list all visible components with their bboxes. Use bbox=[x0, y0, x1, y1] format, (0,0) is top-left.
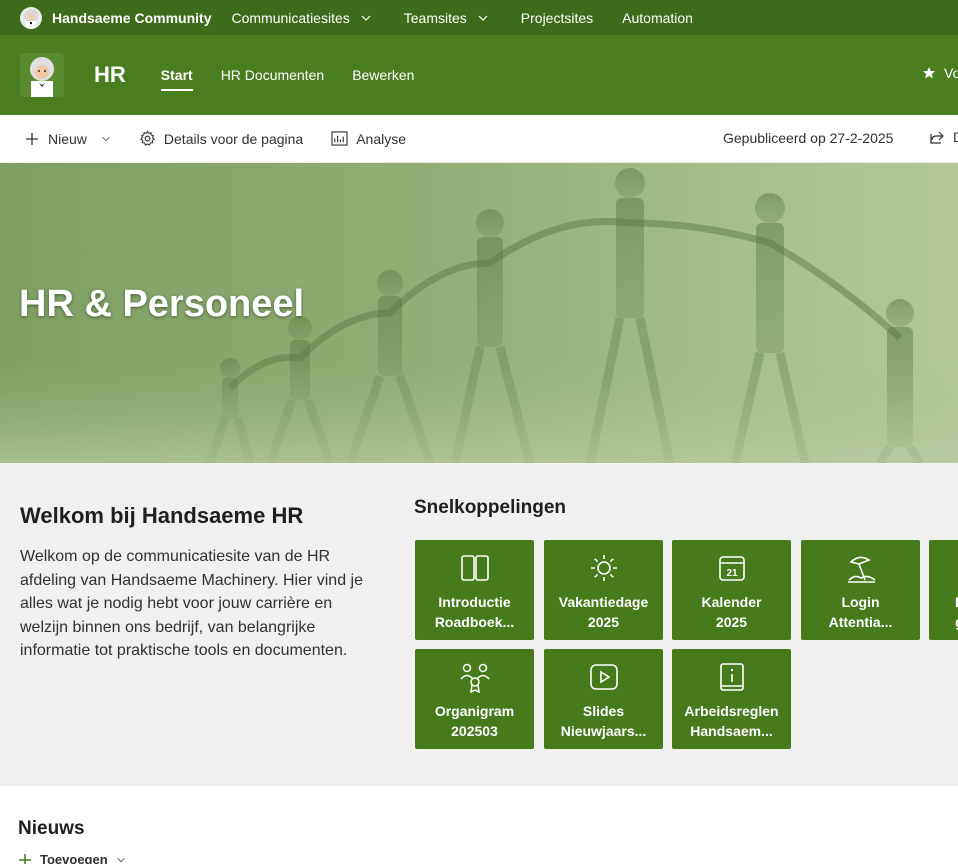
book-open-icon bbox=[459, 552, 491, 584]
analytics-button[interactable]: Analyse bbox=[331, 131, 406, 147]
quicklink-partial[interactable]: I gi bbox=[929, 540, 958, 640]
brand-name[interactable]: Handsaeme Community bbox=[52, 10, 211, 26]
nav-teamsites[interactable]: Teamsites bbox=[404, 10, 489, 26]
nav-automation[interactable]: Automation bbox=[622, 10, 693, 26]
nav-projectsites[interactable]: Projectsites bbox=[521, 10, 593, 26]
quicklink-vakantiedagen[interactable]: Vakantiedage 2025 bbox=[544, 540, 663, 640]
hero-banner: HR & Personeel bbox=[0, 163, 958, 463]
plus-icon bbox=[26, 132, 38, 145]
command-bar: Nieuw Details voor de pagina Analyse Gep… bbox=[0, 115, 958, 163]
book-info-icon bbox=[716, 661, 748, 693]
tab-hr-documenten[interactable]: HR Documenten bbox=[221, 61, 325, 89]
follow-button[interactable]: Vo bbox=[922, 65, 958, 81]
scientist-avatar-icon bbox=[24, 8, 38, 29]
share-icon bbox=[930, 131, 944, 144]
chevron-down-icon bbox=[102, 136, 110, 141]
gear-icon bbox=[139, 130, 155, 146]
welcome-title: Welkom bij Handsaeme HR bbox=[20, 503, 304, 528]
scientist-logo-icon bbox=[20, 53, 64, 97]
sun-icon bbox=[588, 552, 620, 584]
quicklink-organigram[interactable]: Organigram 202503 bbox=[415, 649, 534, 749]
analytics-icon bbox=[331, 131, 348, 146]
plus-icon bbox=[19, 853, 31, 864]
quicklink-slides[interactable]: Slides Nieuwjaars... bbox=[544, 649, 663, 749]
site-title[interactable]: HR bbox=[94, 62, 126, 88]
quicklink-login-attentia[interactable]: Login Attentia... bbox=[801, 540, 920, 640]
nav-communicatiesites[interactable]: Communicatiesites bbox=[231, 10, 371, 26]
content-section: Welkom bij Handsaeme HR Welkom op de com… bbox=[0, 463, 958, 786]
site-header: HR Start HR Documenten Bewerken Vo bbox=[0, 35, 958, 115]
community-logo[interactable] bbox=[20, 6, 42, 29]
svg-text:21: 21 bbox=[726, 568, 738, 579]
calendar-icon: 21 bbox=[716, 552, 748, 584]
beach-umbrella-icon bbox=[845, 552, 877, 584]
people-ribbon-icon bbox=[459, 661, 491, 693]
chevron-down-icon bbox=[116, 857, 125, 862]
quicklink-kalender[interactable]: 21 Kalender 2025 bbox=[672, 540, 791, 640]
quicklink-introductie[interactable]: Introductie Roadboek... bbox=[415, 540, 534, 640]
site-navigation: Start HR Documenten Bewerken bbox=[160, 61, 414, 91]
site-logo[interactable] bbox=[20, 53, 64, 97]
quicklinks-title: Snelkoppelingen bbox=[414, 497, 567, 518]
tab-bewerken[interactable]: Bewerken bbox=[352, 61, 414, 89]
published-date: Gepubliceerd op 27-2-2025 bbox=[723, 130, 894, 146]
video-play-icon bbox=[588, 661, 620, 693]
news-title: Nieuws bbox=[18, 818, 85, 839]
share-button[interactable]: D bbox=[929, 129, 958, 145]
chevron-down-icon bbox=[478, 15, 488, 21]
hero-title: HR & Personeel bbox=[19, 283, 305, 325]
star-icon bbox=[923, 67, 935, 79]
new-button[interactable]: Nieuw bbox=[24, 131, 111, 147]
quicklink-arbeidsreglement[interactable]: Arbeidsreglen Handsaem... bbox=[672, 649, 791, 749]
chevron-down-icon bbox=[361, 15, 371, 21]
welcome-text: Welkom op de communicatiesite van de HR … bbox=[20, 548, 363, 659]
partial-icon bbox=[933, 552, 958, 584]
page-details-button[interactable]: Details voor de pagina bbox=[139, 130, 303, 147]
news-add-button[interactable]: Toevoegen bbox=[18, 852, 126, 864]
suite-bar: Handsaeme Community Communicatiesites Te… bbox=[0, 0, 958, 35]
tab-start[interactable]: Start bbox=[160, 61, 193, 91]
